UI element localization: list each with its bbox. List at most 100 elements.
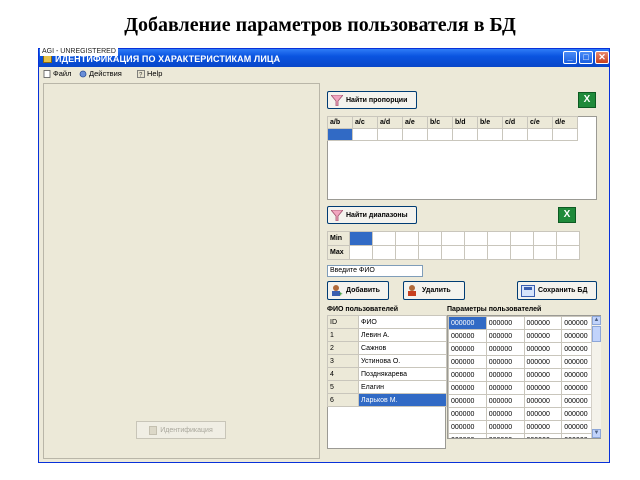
ranges-cell[interactable]	[487, 245, 511, 260]
proportions-header-cell: a/c	[352, 116, 378, 129]
user-name-cell[interactable]: Сажнов	[358, 341, 447, 355]
param-cell[interactable]: 000000	[523, 368, 563, 382]
user-name-cell[interactable]: Устинова О.	[358, 354, 447, 368]
param-cell[interactable]: 000000	[485, 394, 525, 408]
proportions-cell[interactable]	[327, 128, 353, 141]
scroll-up-button[interactable]: ▲	[592, 316, 601, 325]
ranges-cell[interactable]	[418, 231, 442, 246]
ranges-cell[interactable]	[418, 245, 442, 260]
ranges-cell[interactable]	[556, 245, 580, 260]
param-cell[interactable]: 000000	[448, 433, 487, 438]
param-cell[interactable]: 000000	[485, 355, 525, 369]
table-row[interactable]: 1 Левин А.	[327, 328, 447, 342]
delete-button[interactable]: Удалить	[403, 281, 465, 300]
menu-file[interactable]: Файл	[43, 69, 71, 78]
excel-export-proportions-icon[interactable]: X	[578, 92, 596, 108]
param-cell[interactable]: 000000	[448, 355, 487, 369]
param-cell[interactable]: 000000	[448, 316, 487, 330]
find-proportions-button[interactable]: Найти пропорции	[327, 91, 417, 109]
ranges-cell[interactable]	[487, 231, 511, 246]
ranges-cell[interactable]	[349, 245, 373, 260]
param-cell[interactable]: 000000	[523, 342, 563, 356]
table-row[interactable]: 2 Сажнов	[327, 341, 447, 355]
param-cell[interactable]: 000000	[523, 355, 563, 369]
ranges-cell[interactable]	[441, 231, 465, 246]
param-cell[interactable]: 000000	[485, 329, 525, 343]
ranges-cell[interactable]	[556, 231, 580, 246]
params-scrollbar[interactable]: ▲ ▼	[591, 316, 601, 438]
close-button[interactable]: ✕	[595, 51, 609, 64]
params-row: 000000000000000000000000	[448, 433, 600, 438]
ranges-cell[interactable]	[533, 245, 557, 260]
add-button[interactable]: + Добавить	[327, 281, 389, 300]
table-row[interactable]: 3 Устинова О.	[327, 354, 447, 368]
param-cell[interactable]: 000000	[448, 381, 487, 395]
identify-button[interactable]: Идентификация	[136, 421, 226, 439]
param-cell[interactable]: 000000	[485, 433, 525, 438]
param-cell[interactable]: 000000	[485, 316, 525, 330]
ranges-grid[interactable]: Min Max	[327, 231, 580, 260]
ranges-cell[interactable]	[372, 231, 396, 246]
proportions-cell[interactable]	[377, 128, 403, 141]
param-cell[interactable]: 000000	[485, 368, 525, 382]
param-cell[interactable]: 000000	[485, 381, 525, 395]
proportions-cell[interactable]	[352, 128, 378, 141]
param-cell[interactable]: 000000	[448, 368, 487, 382]
minimize-button[interactable]: _	[563, 51, 577, 64]
param-cell[interactable]: 000000	[448, 342, 487, 356]
ranges-cell[interactable]	[395, 245, 419, 260]
users-table[interactable]: ID ФИО 1 Левин А. 2 Сажнов 3 Устинова О. 4 Поздня…	[327, 315, 447, 407]
param-cell[interactable]: 000000	[448, 420, 487, 434]
table-row[interactable]: 4 Позднякарева	[327, 367, 447, 381]
proportions-cell[interactable]	[552, 128, 578, 141]
find-ranges-button[interactable]: Найти диапазоны	[327, 206, 417, 224]
table-row[interactable]: 5 Елагин	[327, 380, 447, 394]
param-cell[interactable]: 000000	[523, 407, 563, 421]
param-cell[interactable]: 000000	[485, 342, 525, 356]
fio-input[interactable]: Введите ФИО	[327, 265, 423, 277]
param-cell[interactable]: 000000	[485, 407, 525, 421]
ranges-cell[interactable]	[395, 231, 419, 246]
add-user-icon: +	[332, 285, 343, 297]
menu-help[interactable]: ? Help	[137, 69, 162, 78]
menu-actions[interactable]: Действия	[79, 69, 122, 78]
ranges-cell[interactable]	[533, 231, 557, 246]
param-cell[interactable]: 000000	[485, 420, 525, 434]
proportions-cell[interactable]	[427, 128, 453, 141]
user-name-cell[interactable]: Елагин	[358, 380, 447, 394]
param-cell[interactable]: 000000	[523, 433, 563, 438]
param-cell[interactable]: 000000	[523, 394, 563, 408]
ranges-cell[interactable]	[510, 231, 534, 246]
param-cell[interactable]: 000000	[523, 329, 563, 343]
proportions-grid[interactable]: a/b a/c a/d a/e b/c b/d b/e c/d c/e d/e	[327, 116, 578, 141]
proportions-cell[interactable]	[452, 128, 478, 141]
ranges-cell[interactable]	[372, 245, 396, 260]
save-db-label: Сохранить БД	[538, 287, 588, 294]
ranges-cell[interactable]	[441, 245, 465, 260]
table-row[interactable]: 6 Ларьков М.	[327, 393, 447, 407]
scroll-thumb[interactable]	[592, 326, 601, 342]
param-cell[interactable]: 000000	[523, 381, 563, 395]
scroll-down-button[interactable]: ▼	[592, 429, 601, 438]
proportions-cell[interactable]	[502, 128, 528, 141]
param-cell[interactable]: 000000	[448, 394, 487, 408]
ranges-cell[interactable]	[464, 231, 488, 246]
ranges-cell[interactable]	[349, 231, 373, 246]
param-cell[interactable]: 000000	[448, 407, 487, 421]
param-cell[interactable]: 000000	[523, 316, 563, 330]
proportions-cell[interactable]	[402, 128, 428, 141]
param-cell[interactable]: 000000	[523, 420, 563, 434]
ranges-cell[interactable]	[510, 245, 534, 260]
param-cell[interactable]: 000000	[448, 329, 487, 343]
title-bar[interactable]: ИДЕНТИФИКАЦИЯ ПО ХАРАКТЕРИСТИКАМ ЛИЦА AG…	[39, 48, 609, 67]
params-table[interactable]: 000000 000000 000000 000000 000000 000000 0000…	[448, 316, 600, 438]
proportions-cell[interactable]	[527, 128, 553, 141]
proportions-cell[interactable]	[477, 128, 503, 141]
user-name-cell[interactable]: Ларьков М.	[358, 393, 447, 407]
save-db-button[interactable]: Сохранить БД	[517, 281, 597, 300]
maximize-button[interactable]: □	[579, 51, 593, 64]
user-name-cell[interactable]: Позднякарева	[358, 367, 447, 381]
user-name-cell[interactable]: Левин А.	[358, 328, 447, 342]
excel-export-ranges-icon[interactable]: X	[558, 207, 576, 223]
ranges-cell[interactable]	[464, 245, 488, 260]
